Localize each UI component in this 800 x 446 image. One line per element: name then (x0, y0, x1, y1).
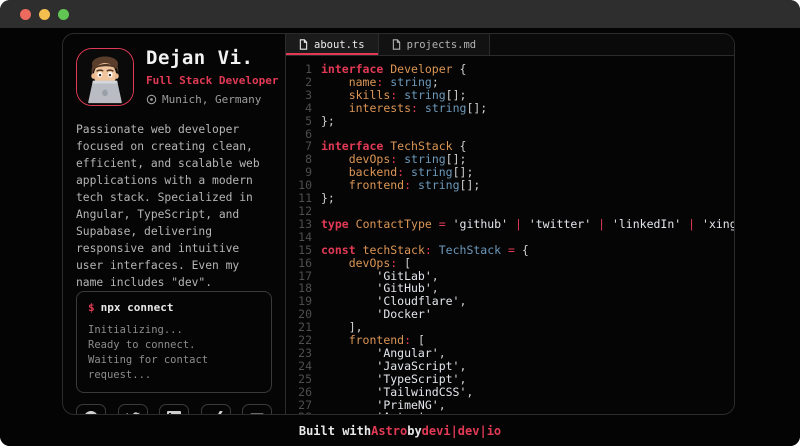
linkedin-link-button[interactable] (159, 404, 189, 415)
code-line: 5}; (286, 115, 734, 128)
terminal-box: $ npx connect Initializing...Ready to con… (76, 291, 272, 393)
profile-header: Dejan Vi. Full Stack Developer Munich, G… (76, 47, 272, 106)
line-number: 4 (286, 102, 312, 115)
footer-text: by (407, 424, 421, 438)
terminal-output-line: Waiting for contact request... (88, 353, 260, 383)
memoji-avatar-icon (77, 49, 133, 105)
twitter-link-button[interactable] (118, 404, 148, 415)
line-number: 28 (286, 411, 312, 414)
tab-label: about.ts (314, 39, 365, 51)
maximize-window-icon[interactable] (58, 9, 69, 20)
line-number: 26 (286, 386, 312, 399)
line-number: 2 (286, 76, 312, 89)
code-area[interactable]: 1interface Developer {2 name: string;3 s… (286, 56, 734, 414)
file-icon (299, 39, 308, 50)
editor-tab-bar: about.ts projects.md (286, 34, 734, 56)
line-number: 15 (286, 244, 312, 257)
location-pin-icon (146, 94, 157, 105)
line-number: 5 (286, 115, 312, 128)
line-number: 24 (286, 360, 312, 373)
profile-name: Dejan Vi. (146, 47, 272, 69)
terminal-output-line: Ready to connect. (88, 338, 260, 353)
main-container: Dejan Vi. Full Stack Developer Munich, G… (62, 33, 735, 415)
code-line-content: frontend: string[]; (321, 179, 480, 192)
social-links-row (76, 404, 272, 415)
code-line-content: interests: string[]; (321, 102, 487, 115)
avatar (76, 48, 134, 106)
profile-identity: Dejan Vi. Full Stack Developer Munich, G… (146, 47, 272, 106)
code-line-content: type ContactType = 'github' | 'twitter' … (321, 218, 734, 231)
terminal-prompt: $ (88, 301, 95, 314)
code-line: 28 'Astro', (286, 411, 734, 414)
code-line: 4 interests: string[]; (286, 102, 734, 115)
footer-accent-text[interactable]: devi|dev|io (422, 424, 501, 438)
tab-projects-md[interactable]: projects.md (379, 34, 491, 55)
window-titlebar (0, 0, 800, 28)
line-number: 22 (286, 334, 312, 347)
footer-accent-text[interactable]: Astro (371, 424, 407, 438)
code-line-content: }; (321, 192, 335, 205)
profile-bio: Passionate web developer focused on crea… (76, 121, 272, 291)
email-link-button[interactable] (242, 404, 272, 415)
file-icon (392, 39, 401, 50)
line-number: 16 (286, 257, 312, 270)
line-number: 23 (286, 347, 312, 360)
tab-about-ts[interactable]: about.ts (286, 34, 379, 55)
line-number: 12 (286, 205, 312, 218)
code-line-content: }; (321, 115, 335, 128)
code-line: 13 type ContactType = 'github' | 'twitter… (286, 218, 734, 231)
code-line-content: 'Astro', (321, 411, 432, 414)
line-number: 1 (286, 63, 312, 76)
terminal-command-text: npx connect (101, 301, 174, 314)
line-number: 13 (286, 218, 312, 231)
code-line: 11}; (286, 192, 734, 205)
minimize-window-icon[interactable] (39, 9, 50, 20)
xing-link-button[interactable] (201, 404, 231, 415)
app-window: Dejan Vi. Full Stack Developer Munich, G… (0, 0, 800, 446)
terminal-output-line: Initializing... (88, 323, 260, 338)
line-number: 3 (286, 89, 312, 102)
tab-label: projects.md (407, 39, 477, 51)
location-text: Munich, Germany (162, 93, 261, 106)
editor-panel: about.ts projects.md 1interface Developer… (286, 34, 734, 414)
line-number: 14 (286, 231, 312, 244)
profile-role: Full Stack Developer (146, 74, 272, 87)
close-window-icon[interactable] (20, 9, 31, 20)
terminal-output: Initializing...Ready to connect.Waiting … (88, 323, 260, 383)
profile-location: Munich, Germany (146, 93, 272, 106)
profile-panel: Dejan Vi. Full Stack Developer Munich, G… (63, 34, 286, 414)
footer-credit: Built with Astro by devi|dev|io (0, 415, 800, 446)
line-number: 25 (286, 373, 312, 386)
footer-text: Built with (299, 424, 371, 438)
code-line: 10 frontend: string[]; (286, 179, 734, 192)
github-link-button[interactable] (76, 404, 106, 415)
terminal-command: $ npx connect (88, 301, 260, 314)
